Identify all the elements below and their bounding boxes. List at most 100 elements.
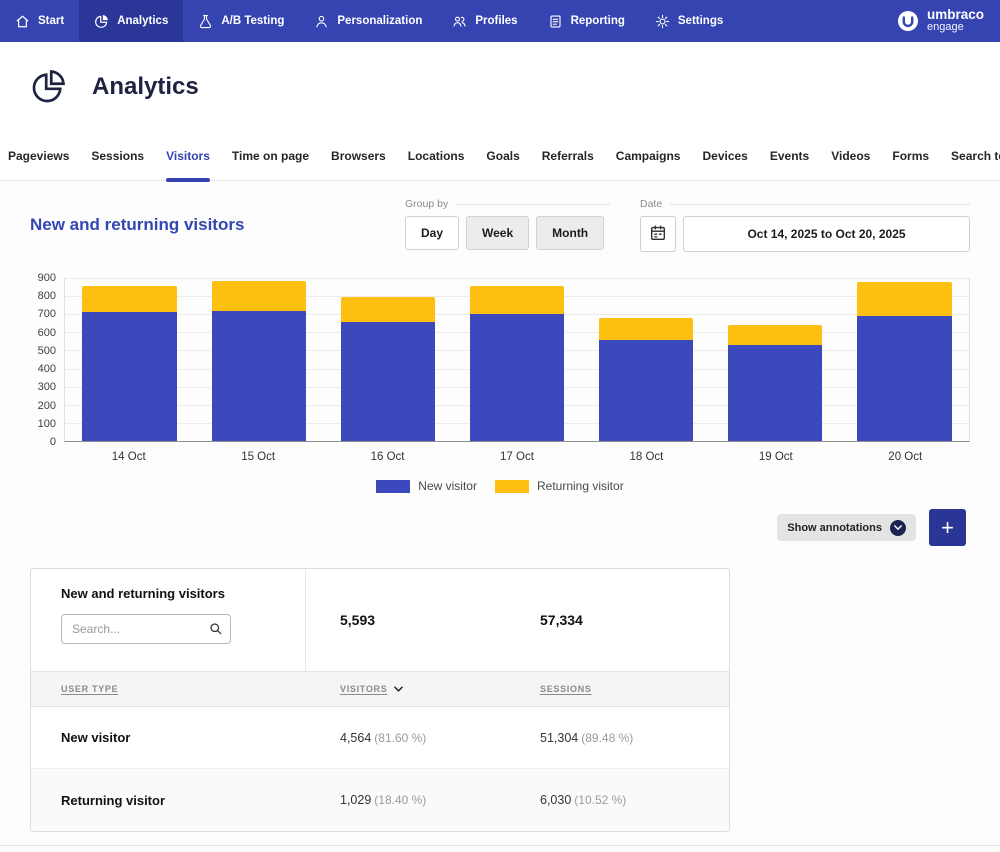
- user-type-cell: Returning visitor: [31, 793, 306, 808]
- add-chart-button[interactable]: +: [929, 509, 966, 546]
- nav-item-label: A/B Testing: [221, 15, 284, 27]
- visitors-section: New and returning visitors Group by Day …: [0, 181, 1000, 852]
- tab-visitors[interactable]: Visitors: [166, 131, 210, 180]
- y-axis-tick: 0: [50, 436, 56, 448]
- gear-icon: [655, 14, 670, 29]
- chart-plot: [64, 278, 970, 442]
- x-axis-label: 20 Oct: [841, 451, 970, 463]
- legend-label: New visitor: [418, 479, 477, 493]
- y-axis-tick: 800: [38, 290, 56, 302]
- group-by-month-button[interactable]: Month: [536, 216, 604, 250]
- nav-item-label: Personalization: [337, 15, 422, 27]
- y-axis-tick: 100: [38, 418, 56, 430]
- analytics-icon: [94, 14, 109, 29]
- nav-item-profiles[interactable]: Profiles: [437, 0, 532, 42]
- y-axis-tick: 900: [38, 272, 56, 284]
- table-header-row: USER TYPE VISITORS SESSIONS: [31, 671, 729, 707]
- nav-item-label: Start: [38, 15, 64, 27]
- sessions-cell: 51,304(89.48 %): [506, 731, 729, 745]
- x-axis-label: 18 Oct: [582, 451, 711, 463]
- search-box: [61, 614, 231, 644]
- tab-videos[interactable]: Videos: [831, 131, 870, 180]
- user-type-cell: New visitor: [31, 730, 306, 745]
- legend-item-returning-visitor[interactable]: Returning visitor: [495, 479, 624, 493]
- tab-pageviews[interactable]: Pageviews: [8, 131, 69, 180]
- y-axis-tick: 400: [38, 363, 56, 375]
- column-header-user-type[interactable]: USER TYPE: [31, 684, 306, 694]
- visitors-cell: 4,564(81.60 %): [306, 731, 506, 745]
- y-axis-tick: 500: [38, 345, 56, 357]
- search-input[interactable]: [61, 614, 231, 644]
- nav-item-settings[interactable]: Settings: [640, 0, 738, 42]
- group-by-week-button[interactable]: Week: [466, 216, 529, 250]
- bar-group: [711, 278, 840, 441]
- sort-chevron-icon: [394, 686, 403, 692]
- analytics-section-icon: [30, 69, 66, 105]
- page-title: Analytics: [92, 73, 199, 101]
- chart-y-axis: 9008007006005004003002001000: [30, 278, 64, 442]
- bar-segment: [470, 286, 564, 315]
- legend-swatch-new-visitor: [376, 480, 410, 493]
- legend-swatch-returning-visitor: [495, 480, 529, 493]
- y-axis-tick: 700: [38, 308, 56, 320]
- chart-x-labels: 14 Oct15 Oct16 Oct17 Oct18 Oct19 Oct20 O…: [64, 451, 970, 463]
- column-header-visitors[interactable]: VISITORS: [306, 684, 506, 694]
- page-header: Analytics: [0, 42, 1000, 131]
- home-icon: [15, 14, 30, 29]
- umbraco-engage-logo: umbraco engage: [897, 0, 1000, 42]
- tab-browsers[interactable]: Browsers: [331, 131, 386, 180]
- bar-group: [194, 278, 323, 441]
- x-axis-label: 16 Oct: [323, 451, 452, 463]
- tab-sessions[interactable]: Sessions: [91, 131, 144, 180]
- tab-search-terms[interactable]: Search terms: [951, 131, 1000, 180]
- tab-events[interactable]: Events: [770, 131, 809, 180]
- bottom-divider: [0, 845, 1000, 846]
- table-row-new-visitor: New visitor 4,564(81.60 %) 51,304(89.48 …: [31, 707, 729, 769]
- y-axis-tick: 600: [38, 327, 56, 339]
- group-by-control: Group by Day Week Month: [405, 198, 610, 250]
- bar-segment: [599, 340, 693, 441]
- nav-item-label: Settings: [678, 15, 723, 27]
- calendar-button[interactable]: [640, 216, 676, 252]
- nav-item-personalization[interactable]: Personalization: [299, 0, 437, 42]
- tab-goals[interactable]: Goals: [486, 131, 519, 180]
- bar-segment: [470, 314, 564, 441]
- bar-group: [452, 278, 581, 441]
- legend-item-new-visitor[interactable]: New visitor: [376, 479, 477, 493]
- tab-devices[interactable]: Devices: [702, 131, 747, 180]
- card-top: New and returning visitors 5,593 57,334: [31, 569, 729, 671]
- column-header-sessions[interactable]: SESSIONS: [506, 684, 729, 694]
- legend-label: Returning visitor: [537, 479, 624, 493]
- annotations-row: Show annotations +: [0, 509, 1000, 546]
- nav-item-ab-testing[interactable]: A/B Testing: [183, 0, 299, 42]
- bar-segment: [728, 325, 822, 345]
- nav-item-start[interactable]: Start: [0, 0, 79, 42]
- date-range-input[interactable]: [683, 216, 970, 252]
- person-icon: [314, 14, 329, 29]
- tab-campaigns[interactable]: Campaigns: [616, 131, 681, 180]
- group-by-day-button[interactable]: Day: [405, 216, 459, 250]
- bar-segment: [212, 311, 306, 441]
- bar-segment: [82, 312, 176, 441]
- nav-item-label: Reporting: [571, 15, 625, 27]
- calendar-icon: [649, 224, 667, 245]
- tab-locations[interactable]: Locations: [408, 131, 465, 180]
- nav-item-analytics[interactable]: Analytics: [79, 0, 183, 42]
- card-top-left: New and returning visitors: [31, 569, 306, 671]
- show-annotations-button[interactable]: Show annotations: [777, 514, 916, 541]
- x-axis-label: 17 Oct: [452, 451, 581, 463]
- bar-segment: [599, 318, 693, 340]
- chevron-down-icon: [890, 520, 906, 536]
- nav-item-reporting[interactable]: Reporting: [533, 0, 640, 42]
- bar-group: [840, 278, 969, 441]
- tab-time-on-page[interactable]: Time on page: [232, 131, 309, 180]
- bar-segment: [82, 286, 176, 313]
- bar-group: [65, 278, 194, 441]
- tab-referrals[interactable]: Referrals: [542, 131, 594, 180]
- top-nav: Start Analytics A/B Testing Personalizat…: [0, 0, 1000, 42]
- show-annotations-label: Show annotations: [787, 522, 882, 534]
- tab-forms[interactable]: Forms: [892, 131, 929, 180]
- brand-sub: engage: [927, 22, 984, 34]
- brand-name: umbraco: [927, 8, 984, 22]
- bar-segment: [212, 281, 306, 310]
